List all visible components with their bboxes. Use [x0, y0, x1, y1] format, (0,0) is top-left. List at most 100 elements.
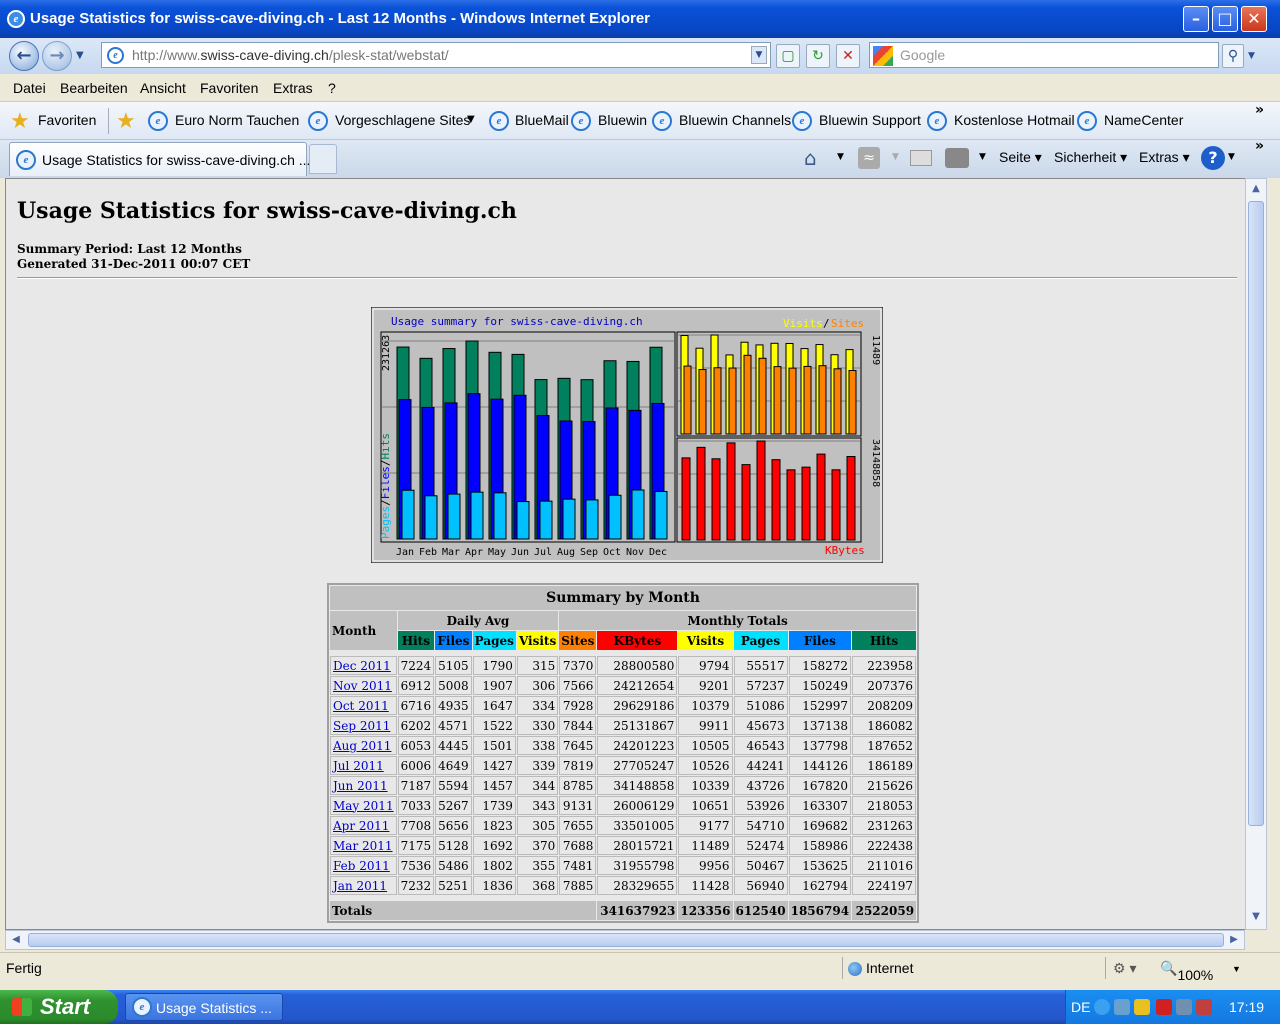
- scroll-left-icon[interactable]: ◀: [8, 932, 24, 948]
- cell-files: 152997: [788, 696, 852, 715]
- menu-help[interactable]: ?: [328, 80, 336, 96]
- favorite-link[interactable]: Kostenlose Hotmail: [954, 112, 1075, 128]
- favorite-link[interactable]: Euro Norm Tauchen: [175, 112, 299, 128]
- month-link[interactable]: Oct 2011: [333, 699, 389, 713]
- search-icon[interactable]: ⚲: [1222, 44, 1244, 68]
- month-tick-label: Apr: [465, 547, 483, 558]
- scroll-thumb[interactable]: [28, 933, 1224, 947]
- feeds-dropdown-icon[interactable]: ▼: [892, 152, 899, 162]
- chevron-down-icon[interactable]: ▼: [467, 114, 475, 125]
- connection-icon[interactable]: [1196, 999, 1212, 1015]
- security-menu-button[interactable]: Sicherheit ▾: [1054, 149, 1127, 166]
- search-input[interactable]: Google: [900, 47, 945, 63]
- cell-sites: 8785: [559, 776, 597, 795]
- horizontal-scrollbar[interactable]: ◀ ▶: [5, 930, 1245, 950]
- address-text[interactable]: http://www.swiss-cave-diving.ch/plesk-st…: [132, 47, 449, 63]
- wireless-icon[interactable]: [1176, 999, 1192, 1015]
- month-link[interactable]: May 2011: [333, 799, 394, 813]
- favorite-link[interactable]: BlueMail: [515, 112, 569, 128]
- taskbar-item-ie[interactable]: e Usage Statistics ...: [125, 993, 283, 1021]
- cell-visits: 10505: [678, 736, 733, 755]
- cell-pages: 50467: [733, 856, 788, 875]
- vertical-scrollbar[interactable]: ▲ ▼: [1245, 178, 1267, 930]
- menu-extras[interactable]: Extras: [273, 80, 313, 96]
- network-icon[interactable]: [1114, 999, 1130, 1015]
- menu-favoriten[interactable]: Favoriten: [200, 80, 258, 96]
- favorite-link[interactable]: Bluewin: [598, 112, 647, 128]
- cell-d-files: 5594: [435, 776, 472, 795]
- add-favorite-icon[interactable]: ★: [116, 109, 136, 134]
- favorites-star-icon[interactable]: ★: [10, 109, 30, 134]
- forward-button[interactable]: →: [42, 41, 72, 71]
- address-dropdown-icon[interactable]: ▼: [751, 46, 767, 64]
- month-link[interactable]: Jan 2011: [333, 879, 387, 893]
- page-menu-button[interactable]: Seite ▾: [999, 149, 1042, 166]
- cell-kbytes: 33501005: [597, 816, 678, 835]
- cell-hits: 186082: [852, 716, 917, 735]
- mail-icon[interactable]: [910, 150, 932, 166]
- scroll-thumb[interactable]: [1248, 201, 1264, 826]
- menu-bearbeiten[interactable]: Bearbeiten: [60, 80, 128, 96]
- month-cell: Jun 2011: [330, 776, 397, 795]
- scroll-up-icon[interactable]: ▲: [1248, 181, 1264, 197]
- more-tools-icon[interactable]: »: [1255, 138, 1264, 154]
- protected-mode-icon[interactable]: ⚙ ▾: [1113, 960, 1136, 977]
- favorite-link[interactable]: NameCenter: [1104, 112, 1183, 128]
- cell-d-files: 5008: [435, 676, 472, 695]
- month-link[interactable]: Dec 2011: [333, 659, 391, 673]
- daily-col-pages: Pages: [472, 631, 516, 650]
- print-icon[interactable]: [945, 148, 969, 168]
- month-link[interactable]: Jun 2011: [333, 779, 388, 793]
- back-button[interactable]: ←: [9, 41, 39, 71]
- history-dropdown-icon[interactable]: ▼: [76, 50, 84, 61]
- home-dropdown-icon[interactable]: ▼: [837, 152, 844, 162]
- search-options-icon[interactable]: ▼: [1248, 51, 1255, 61]
- scroll-down-icon[interactable]: ▼: [1248, 909, 1264, 925]
- menu-datei[interactable]: Datei: [13, 80, 46, 96]
- month-link[interactable]: Apr 2011: [333, 819, 389, 833]
- scroll-right-icon[interactable]: ▶: [1226, 932, 1242, 948]
- start-button[interactable]: Start: [0, 990, 118, 1024]
- month-link[interactable]: Nov 2011: [333, 679, 392, 693]
- stop-icon[interactable]: ✕: [836, 44, 860, 68]
- help-dropdown-icon[interactable]: ▼: [1228, 152, 1235, 162]
- month-link[interactable]: Aug 2011: [333, 739, 391, 753]
- feeds-icon[interactable]: ≈: [858, 147, 880, 169]
- month-link[interactable]: Jul 2011: [333, 759, 384, 773]
- cell-d-pages: 1802: [472, 856, 516, 875]
- zoom-level[interactable]: 🔍 100%: [1160, 960, 1213, 983]
- extras-menu-button[interactable]: Extras ▾: [1139, 149, 1190, 166]
- minimize-button[interactable]: –: [1183, 6, 1209, 32]
- address-bar[interactable]: e http://www.swiss-cave-diving.ch/plesk-…: [101, 42, 771, 68]
- search-box[interactable]: Google: [869, 42, 1219, 68]
- refresh-icon[interactable]: ↻: [806, 44, 830, 68]
- close-button[interactable]: ✕: [1241, 6, 1267, 32]
- favorite-link[interactable]: Bluewin Channels: [679, 112, 791, 128]
- tray-expand-icon[interactable]: [1094, 999, 1110, 1015]
- help-icon[interactable]: ?: [1201, 146, 1225, 170]
- tab-usage-statistics[interactable]: e Usage Statistics for swiss-cave-diving…: [9, 142, 311, 176]
- favorites-button[interactable]: Favoriten: [38, 112, 96, 128]
- table-row: Sep 2011 6202 4571 1522 330 7844 25131867 9911 4…: [330, 716, 917, 735]
- language-indicator[interactable]: DE: [1071, 999, 1090, 1015]
- cell-pages: 46543: [733, 736, 788, 755]
- more-favorites-icon[interactable]: »: [1255, 102, 1264, 118]
- favorite-link[interactable]: Bluewin Support: [819, 112, 921, 128]
- tab-label: Usage Statistics for swiss-cave-diving.c…: [42, 152, 311, 168]
- kbytes-bar: [846, 456, 856, 541]
- cell-d-files: 5128: [435, 836, 472, 855]
- compatibility-icon[interactable]: ▢: [776, 44, 800, 68]
- security-shield-icon[interactable]: [1134, 999, 1150, 1015]
- month-link[interactable]: Sep 2011: [333, 719, 390, 733]
- month-link[interactable]: Mar 2011: [333, 839, 393, 853]
- home-icon[interactable]: ⌂: [804, 146, 817, 170]
- zoom-dropdown-icon[interactable]: ▼: [1232, 964, 1241, 974]
- favorite-link[interactable]: Vorgeschlagene Sites: [335, 112, 470, 128]
- print-dropdown-icon[interactable]: ▼: [979, 152, 986, 162]
- menu-ansicht[interactable]: Ansicht: [140, 80, 186, 96]
- maximize-button[interactable]: □: [1212, 6, 1238, 32]
- month-link[interactable]: Feb 2011: [333, 859, 390, 873]
- google-icon: [873, 46, 893, 66]
- antivirus-icon[interactable]: [1156, 999, 1172, 1015]
- new-tab-button[interactable]: [309, 144, 337, 174]
